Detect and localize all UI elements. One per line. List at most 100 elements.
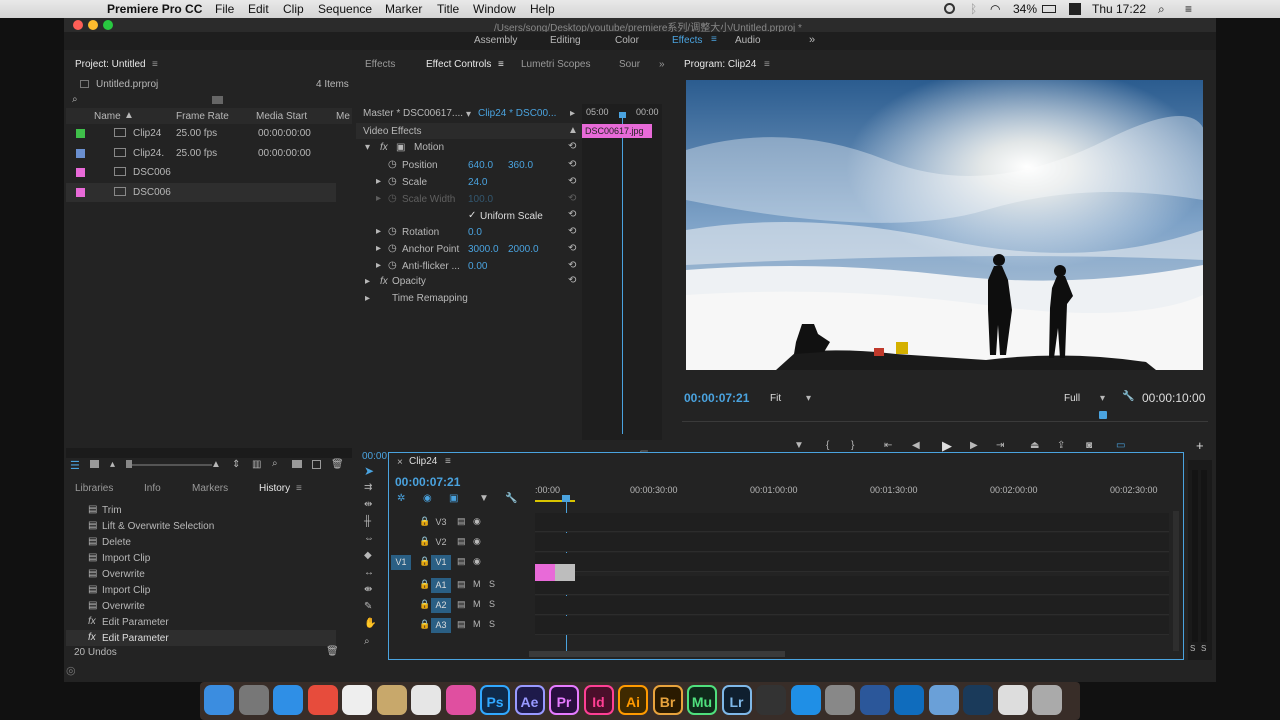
mute-track-icon[interactable]: M [473,579,481,589]
timeline-marker-icon[interactable]: ▼ [479,493,489,504]
settings-wrench-icon[interactable]: 🔧 [1122,391,1134,402]
project-scrollbar[interactable] [66,448,352,458]
fx-icon[interactable]: fx [380,142,388,153]
sort-ascending-icon[interactable]: ▲ [124,110,134,121]
param-expand-icon[interactable]: ▸ [376,260,381,271]
param-expand-icon[interactable]: ▸ [376,193,381,204]
menu-clip[interactable]: Clip [283,2,304,16]
lock-track-icon[interactable]: 🔒 [419,516,430,527]
project-row[interactable]: DSC006 [66,163,336,182]
opacity-fx-icon[interactable]: fx [380,276,388,287]
snap-icon[interactable]: ✲ [397,493,405,504]
program-current-timecode[interactable]: 00:00:07:21 [684,391,749,405]
col-media-start[interactable]: Media Start [256,111,307,122]
mute-track-icon[interactable]: M [473,619,481,629]
dock-quicktime-icon[interactable] [963,685,993,715]
dock-lr-icon[interactable]: Lr [721,685,752,715]
tab-markers[interactable]: Markers [192,483,228,494]
motion-reset-icon[interactable]: ⟲ [568,141,576,152]
toggle-sync-icon[interactable]: ▤ [457,516,466,527]
menu-edit[interactable]: Edit [248,2,269,16]
lock-track-icon[interactable]: 🔒 [419,536,430,547]
show-timeline-icon[interactable]: ▸ [570,108,575,119]
sequence-menu-icon[interactable]: ≡ [445,456,451,467]
add-marker-icon[interactable]: ▼ [794,440,804,451]
tab-libraries[interactable]: Libraries [75,483,113,494]
minimize-window-icon[interactable] [88,20,98,30]
param-value-2[interactable]: 2000.0 [508,244,539,255]
program-menu-icon[interactable]: ≡ [764,59,770,70]
find-icon[interactable]: ⌕ [272,458,278,469]
battery-icon[interactable] [1042,5,1056,13]
sync-lock-icon[interactable]: ▤ [457,579,466,590]
tab-effects[interactable]: Effects [365,59,395,70]
ripple-edit-tool-icon[interactable]: ⇹ [364,499,372,510]
zoom-tool-icon[interactable]: ⌕ [364,636,370,647]
param-value-1[interactable]: 0.0 [468,227,482,238]
new-bin-icon[interactable] [212,96,223,104]
step-back-icon[interactable]: ◀ [912,440,920,451]
history-item[interactable]: ▤ Delete [66,534,336,550]
track-target[interactable]: V2 [431,535,451,550]
solo-track-icon[interactable]: S [489,579,495,589]
dock-pr-icon[interactable]: Pr [549,685,579,715]
dock-calendar-icon[interactable] [342,685,372,715]
param-reset-icon[interactable]: ⟲ [568,243,576,254]
go-to-in-icon[interactable]: ⇤ [884,440,892,451]
label-color-swatch[interactable] [76,129,85,138]
selection-tool-icon[interactable]: ➤ [364,464,374,478]
col-frame-rate[interactable]: Frame Rate [176,111,229,122]
stopwatch-icon[interactable]: ◷ [388,260,397,271]
dock-ai-icon[interactable]: Ai [618,685,648,715]
program-video-frame[interactable] [686,80,1203,370]
tab-source[interactable]: Sour [619,59,640,70]
sync-lock-icon[interactable]: ▤ [457,599,466,610]
workspace-editing[interactable]: Editing [550,35,581,46]
stopwatch-icon[interactable]: ◷ [388,193,397,204]
track-lane[interactable] [535,513,1169,532]
param-expand-icon[interactable]: ▸ [376,226,381,237]
param-value-1[interactable]: 100.0 [468,194,493,205]
stopwatch-icon[interactable]: ◷ [388,176,397,187]
uniform-scale-checkbox[interactable]: ✓ [468,210,476,221]
automate-icon[interactable]: ▥ [252,459,261,470]
item-name[interactable]: DSC006 [133,167,171,178]
panel-menu-icon[interactable]: ≡ [152,59,158,70]
param-reset-icon[interactable]: ⟲ [568,260,576,271]
program-playhead[interactable] [1098,411,1107,419]
master-clip-selector[interactable]: Master * DSC00617.... [363,108,463,119]
param-value-1[interactable]: 24.0 [468,177,487,188]
item-name[interactable]: Clip24 [133,128,161,139]
track-lane[interactable] [535,576,1169,595]
menu-sequence[interactable]: Sequence [318,2,372,16]
track-target[interactable]: V1 [431,555,451,570]
project-row[interactable]: Clip24. 25.00 fps 00:00:00:00 [66,144,336,163]
dock-preview-icon[interactable] [376,685,407,715]
dock-br-icon[interactable]: Br [652,685,683,715]
clip-dsc00617[interactable] [535,564,555,581]
param-value-1[interactable]: 640.0 [468,160,493,171]
opacity-expand-icon[interactable]: ▸ [365,276,370,287]
step-forward-icon[interactable]: ▶ [970,440,978,451]
slide-tool-icon[interactable]: ⇼ [364,584,372,595]
rate-stretch-tool-icon[interactable]: ⇔ [364,533,374,544]
dock-ae-icon[interactable]: Ae [514,685,545,715]
lock-track-icon[interactable]: 🔒 [419,599,430,610]
workspace-overflow[interactable]: » [809,34,815,46]
button-editor-icon[interactable]: + [1196,438,1204,453]
project-row[interactable]: Clip24 25.00 fps 00:00:00:00 [66,124,336,143]
mute-track-icon[interactable]: M [473,599,481,609]
menu-title[interactable]: Title [437,2,459,16]
stopwatch-icon[interactable]: ◷ [388,243,397,254]
battery-percent[interactable]: 34% [1013,2,1037,16]
freeform-view-icon[interactable]: ▴ [110,459,115,470]
dock-outlook-icon[interactable] [894,685,924,715]
param-value-1[interactable]: 3000.0 [468,244,499,255]
toggle-output-icon[interactable]: ◉ [473,536,481,547]
track-target[interactable]: V3 [431,515,451,530]
history-item[interactable]: fx Edit Parameter [66,630,336,646]
dock-id-icon[interactable]: Id [583,685,614,715]
timeline-playhead[interactable] [562,495,570,502]
input-method-icon[interactable] [1069,3,1081,15]
track-target[interactable]: A3 [431,618,451,633]
